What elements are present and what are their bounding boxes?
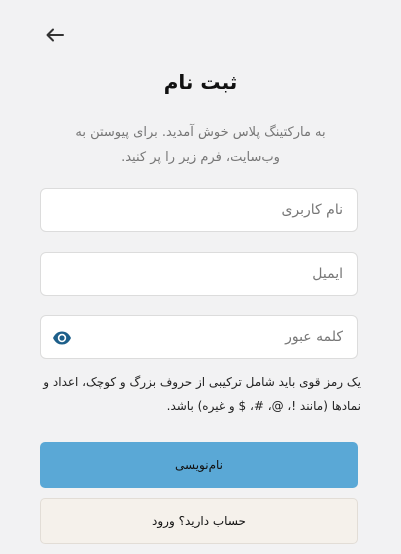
password-hint: یک رمز قوی باید شامل ترکیبی از حروف بزرگ… bbox=[43, 375, 361, 413]
back-button[interactable] bbox=[44, 24, 66, 46]
page-title: ثبت نام bbox=[163, 70, 238, 94]
login-button[interactable]: حساب دارید؟ ورود bbox=[40, 498, 358, 544]
email-field-box bbox=[40, 252, 358, 296]
password-input[interactable] bbox=[41, 316, 357, 358]
username-field-box bbox=[40, 188, 358, 232]
eye-icon bbox=[53, 331, 71, 345]
username-input[interactable] bbox=[41, 189, 357, 231]
email-input[interactable] bbox=[41, 253, 357, 295]
signup-button-label: نام‌نویسی bbox=[174, 458, 223, 472]
signup-button[interactable]: نام‌نویسی bbox=[40, 442, 358, 488]
password-field-box bbox=[40, 315, 358, 359]
arrow-left-icon bbox=[46, 28, 64, 42]
page-subtitle: به مارکتینگ پلاس خوش آمدید. برای پیوستن … bbox=[75, 125, 326, 165]
show-password-toggle[interactable] bbox=[52, 329, 72, 347]
login-button-label: حساب دارید؟ ورود bbox=[152, 514, 246, 528]
